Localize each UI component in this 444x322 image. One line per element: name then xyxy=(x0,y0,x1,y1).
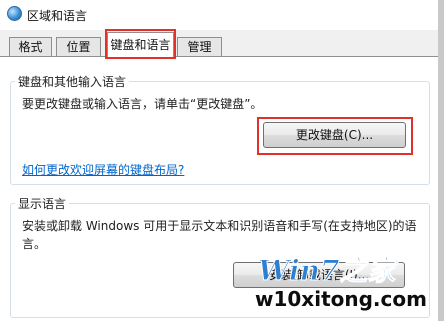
tab-administrative[interactable]: 管理 xyxy=(177,37,222,56)
tab-location[interactable]: 位置 xyxy=(56,37,101,56)
keyboard-group-title: 键盘和其他输入语言 xyxy=(15,73,130,90)
watermark-domain: w10xitong.com xyxy=(255,287,427,311)
keyboard-description: 要更改键盘或输入语言，请单击“更改键盘”。 xyxy=(22,97,263,111)
region-globe-icon xyxy=(7,6,22,21)
tab-strip: 格式 位置 键盘和语言 管理 xyxy=(0,30,444,58)
display-language-description-line1: 安装或卸载 Windows 可用于显示文本和识别语音和手写(在支持地区)的语 xyxy=(22,219,417,233)
win7-watermark-logo: Win7之家 xyxy=(258,254,400,288)
watermark-logo-text: Win7之家 xyxy=(258,254,399,287)
tab-format[interactable]: 格式 xyxy=(9,37,52,56)
window-right-edge xyxy=(438,0,444,321)
display-language-description-line2: 言。 xyxy=(22,237,47,251)
button-highlight-annotation xyxy=(257,117,413,155)
display-language-group-title: 显示语言 xyxy=(15,195,70,212)
title-bar: 区域和语言 xyxy=(0,0,444,30)
welcome-screen-keyboard-help-link[interactable]: 如何更改欢迎屏幕的键盘布局? xyxy=(22,161,184,178)
window-title: 区域和语言 xyxy=(27,9,88,23)
tab-highlight-annotation xyxy=(105,29,176,59)
